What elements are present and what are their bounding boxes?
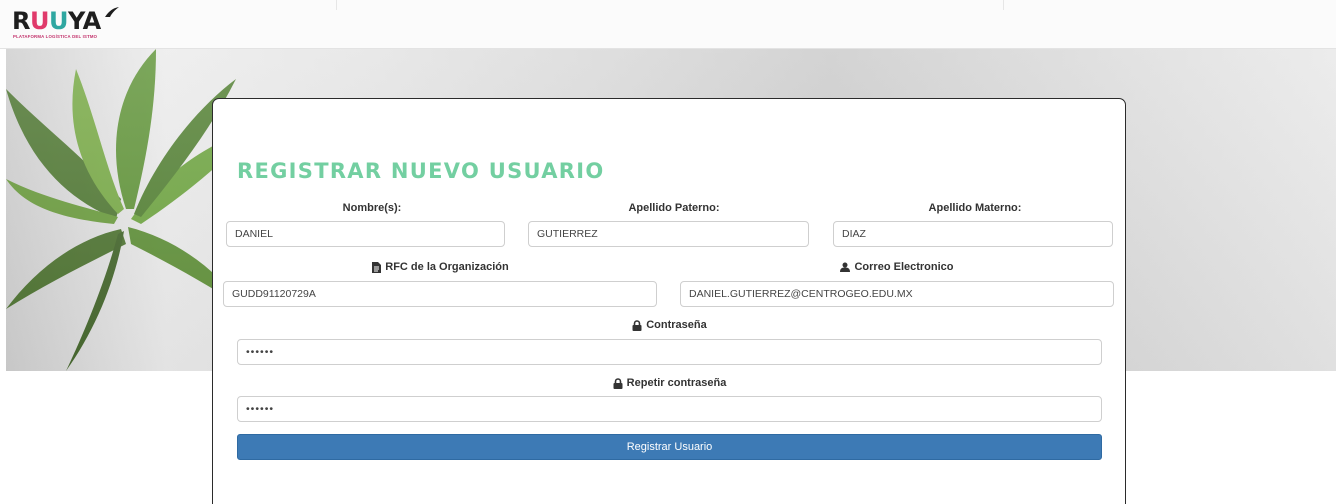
register-form-card: REGISTRAR NUEVO USUARIO Nombre(s): Apell… xyxy=(212,98,1126,504)
logo-tagline: PLATAFORMA LOGÍSTICA DEL ISTMO xyxy=(13,34,98,39)
registrar-usuario-button[interactable]: Registrar Usuario xyxy=(237,434,1102,460)
nombre-input[interactable] xyxy=(226,221,505,247)
contrasena-input[interactable] xyxy=(237,339,1102,365)
page-title: REGISTRAR NUEVO USUARIO xyxy=(237,159,605,183)
ruuya-logo[interactable]: RUUYA PLATAFORMA LOGÍSTICA DEL ISTMO xyxy=(12,7,122,44)
correo-input[interactable] xyxy=(680,281,1114,307)
rfc-input[interactable] xyxy=(223,281,657,307)
nombre-label: Nombre(s): xyxy=(342,202,402,214)
lock-icon xyxy=(632,319,642,331)
navbar-divider xyxy=(336,0,337,10)
apellido-materno-input[interactable] xyxy=(833,221,1113,247)
apellido-materno-label: Apellido Materno: xyxy=(928,202,1022,214)
apellido-paterno-input[interactable] xyxy=(528,221,809,247)
repetir-contrasena-label: Repetir contraseña xyxy=(237,377,1102,389)
navbar-divider xyxy=(1003,0,1004,10)
top-navbar: RUUYA PLATAFORMA LOGÍSTICA DEL ISTMO xyxy=(0,0,1336,49)
user-icon xyxy=(840,262,851,272)
correo-label: Correo Electronico xyxy=(680,261,1114,273)
rfc-label: RFC de la Organización xyxy=(223,261,658,273)
contrasena-label: Contraseña xyxy=(237,319,1102,331)
bird-icon xyxy=(105,7,119,17)
logo-wordmark: RUUYA xyxy=(12,7,101,35)
file-icon xyxy=(372,261,382,273)
repetir-contrasena-input[interactable] xyxy=(237,396,1102,422)
apellido-paterno-label: Apellido Paterno: xyxy=(628,202,720,214)
lock-icon xyxy=(613,377,623,389)
